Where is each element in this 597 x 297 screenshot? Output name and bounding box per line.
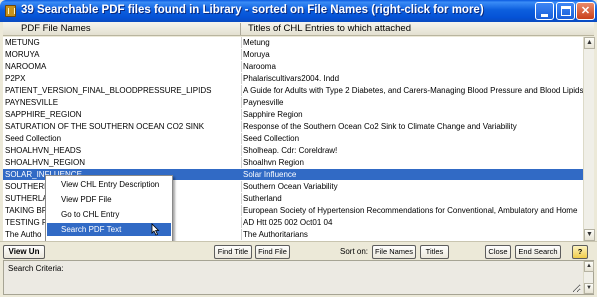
file-name-cell: PAYNESVILLE [5,98,59,107]
entry-title-cell: Southern Ocean Variability [243,182,338,191]
title-bar: 39 Searchable PDF files found in Library… [0,0,597,22]
list-vertical-scrollbar[interactable]: ▲ ▼ [583,37,595,241]
column-header-file-names[interactable]: PDF File Names [21,23,91,34]
entry-title-cell: Shoalhvn Region [243,158,304,167]
column-header-titles[interactable]: Titles of CHL Entries to which attached [248,23,411,34]
entry-title-cell: Narooma [243,62,276,71]
table-row[interactable]: NAROOMA Narooma [3,61,583,72]
find-title-button[interactable]: Find Title [214,245,252,259]
entry-title-cell: Sapphire Region [243,110,303,119]
entry-title-cell: AD Htt 025 002 Oct01 04 [243,218,333,227]
cell-divider [241,61,242,72]
cell-divider [241,205,242,216]
entry-title-cell: Seed Collection [243,134,300,143]
maximize-icon [561,6,571,16]
search-vertical-scrollbar[interactable]: ▲ ▼ [583,261,594,294]
cell-divider [241,229,242,240]
file-name-cell: SATURATION OF THE SOUTHERN OCEAN CO2 SIN… [5,122,205,131]
column-divider[interactable] [240,23,241,35]
table-row[interactable]: SATURATION OF THE SOUTHERN OCEAN CO2 SIN… [3,121,583,132]
table-row[interactable]: PATIENT_VERSION_FINAL_BLOODPRESSURE_LIPI… [3,85,583,96]
cell-divider [241,217,242,228]
minimize-icon [541,14,548,17]
file-name-cell: SHOALHVN_HEADS [5,146,82,155]
scroll-down-arrow-icon[interactable]: ▼ [584,283,594,294]
close-window-button[interactable]: ✕ [576,2,595,20]
context-menu-item[interactable]: View PDF File [47,193,171,206]
cell-divider [241,37,242,48]
entry-title-cell: European Society of Hypertension Recomme… [243,206,578,215]
cell-divider [241,85,242,96]
scroll-up-arrow-icon[interactable]: ▲ [584,37,595,49]
table-row[interactable]: SHOALHVN_HEADS Sholheap. Cdr: Coreldraw! [3,145,583,156]
file-name-cell: METUNG [5,38,40,47]
table-row[interactable]: PAYNESVILLE Paynesville [3,97,583,108]
entry-title-cell: Response of the Southern Ocean Co2 Sink … [243,122,517,131]
context-menu-item[interactable]: Go to CHL Entry [47,208,171,221]
entry-title-cell: Metung [243,38,270,47]
entry-title-cell: Phalariscultivars2004. Indd [243,74,340,83]
table-row[interactable]: SAPPHIRE_REGION Sapphire Region [3,109,583,120]
mouse-pointer-icon [151,223,160,236]
sort-titles-button[interactable]: Titles [420,245,449,259]
scroll-up-arrow-icon[interactable]: ▲ [584,261,594,272]
close-button[interactable]: Close [485,245,511,259]
search-criteria-input[interactable] [5,262,581,293]
cell-divider [241,181,242,192]
cell-divider [241,133,242,144]
context-menu-item[interactable]: View CHL Entry Description [47,178,171,191]
file-name-cell: MORUYA [5,50,40,59]
cell-divider [241,49,242,60]
entry-title-cell: Sutherland [243,194,282,203]
sort-on-label: Sort on: [340,247,369,256]
cell-divider [241,169,242,180]
close-icon: ✕ [580,5,591,17]
entry-title-cell: Sholheap. Cdr: Coreldraw! [243,146,338,155]
file-name-cell: SHOALHVN_REGION [5,158,86,167]
table-row[interactable]: METUNG Metung [3,37,583,48]
cell-divider [241,193,242,204]
bottom-toolbar: View Un Find Title Find File Sort on: Fi… [0,241,597,260]
end-search-button[interactable]: End Search [515,245,561,259]
file-name-cell: P2PX [5,74,26,83]
file-name-cell: PATIENT_VERSION_FINAL_BLOODPRESSURE_LIPI… [5,86,212,95]
cell-divider [241,73,242,84]
table-row[interactable]: P2PX Phalariscultivars2004. Indd [3,73,583,84]
cell-divider [241,109,242,120]
entry-title-cell: A Guide for Adults with Type 2 Diabetes,… [243,86,583,95]
cell-divider [241,97,242,108]
maximize-button[interactable] [556,2,575,20]
file-name-cell: SAPPHIRE_REGION [5,110,82,119]
table-row[interactable]: MORUYA Moruya [3,49,583,60]
help-button[interactable]: ? [572,245,588,259]
search-criteria-box: Search Criteria: ▲ ▼ [3,260,594,295]
view-unindexed-button[interactable]: View Un [3,245,45,259]
cell-divider [241,145,242,156]
table-row[interactable]: Seed Collection Seed Collection [3,133,583,144]
minimize-button[interactable] [535,2,554,20]
sort-file-names-button[interactable]: File Names [372,245,416,259]
file-name-cell: Seed Collection [5,134,62,143]
find-file-button[interactable]: Find File [255,245,290,259]
library-app-icon [5,5,16,17]
cell-divider [241,121,242,132]
entry-title-cell: Moruya [243,50,270,59]
list-column-header: PDF File Names Titles of CHL Entries to … [3,22,594,36]
cell-divider [241,157,242,168]
scroll-down-arrow-icon[interactable]: ▼ [584,229,595,241]
entry-title-cell: The Authoritarians [243,230,308,239]
table-row[interactable]: SHOALHVN_REGION Shoalhvn Region [3,157,583,168]
entry-title-cell: Solar Influence [243,170,297,179]
file-name-cell: NAROOMA [5,62,47,71]
entry-title-cell: Paynesville [243,98,284,107]
window-title: 39 Searchable PDF files found in Library… [21,4,484,16]
